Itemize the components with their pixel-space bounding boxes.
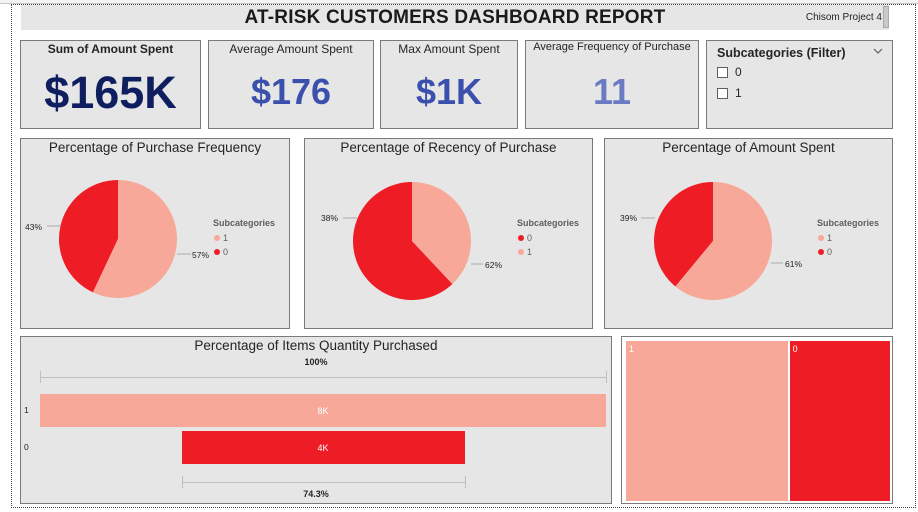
pie-legend: Subcategories 1 0 <box>213 218 275 257</box>
kpi-card-max-amount[interactable]: Max Amount Spent $1K <box>380 40 518 129</box>
legend-item[interactable]: 1 <box>818 233 879 243</box>
funnel-value-label: 4K <box>317 442 329 453</box>
funnel-top-percent: 100% <box>304 357 328 367</box>
legend-item[interactable]: 1 <box>214 233 275 243</box>
pie-panel-amount-spent[interactable]: Percentage of Amount Spent 39% 61% Subca… <box>604 138 893 329</box>
kpi-label: Sum of Amount Spent <box>47 42 174 56</box>
funnel-bar-0[interactable]: 4K <box>181 431 465 464</box>
kpi-card-average-frequency[interactable]: Average Frequency of Purchase 11 <box>525 40 699 129</box>
kpi-label: Max Amount Spent <box>398 42 500 56</box>
funnel-value-label: 8K <box>317 405 329 416</box>
kpi-label: Average Frequency of Purchase <box>533 41 691 53</box>
slicer-option-label: 0 <box>735 65 742 79</box>
scrollbar[interactable] <box>883 6 889 28</box>
funnel-bottom-percent: 74.3% <box>303 489 329 499</box>
axis-tick <box>181 476 183 488</box>
project-label: Chisom Project 4 <box>805 12 882 23</box>
funnel-category-label: 1 <box>24 405 29 415</box>
axis-tick <box>606 371 607 383</box>
legend-item[interactable]: 0 <box>518 233 579 243</box>
kpi-card-sum-amount[interactable]: Sum of Amount Spent $165K <box>20 40 201 129</box>
kpi-value: $165K <box>44 67 177 118</box>
pie-legend: Subcategories 0 1 <box>517 218 579 257</box>
slicer-option-0[interactable]: 0 <box>717 65 742 79</box>
legend-item[interactable]: 1 <box>518 247 579 257</box>
funnel-conversion-axis <box>181 482 465 483</box>
pie-panel-purchase-frequency[interactable]: Percentage of Purchase Frequency 43% 57%… <box>20 138 290 329</box>
checkbox[interactable] <box>717 87 728 99</box>
legend-title: Subcategories <box>213 218 276 228</box>
legend-item[interactable]: 0 <box>214 247 275 257</box>
pie-data-label: 39% <box>620 213 638 223</box>
legend-title: Subcategories <box>517 218 580 228</box>
funnel-category-label: 0 <box>24 442 29 452</box>
funnel-bar-1[interactable]: 8K <box>40 394 606 427</box>
treemap-panel[interactable]: 1 0 <box>621 336 893 504</box>
pie-data-label: 61% <box>785 259 803 269</box>
pie-data-label: 57% <box>192 250 210 260</box>
pie-data-label: 38% <box>321 213 339 223</box>
kpi-value: 11 <box>592 71 632 112</box>
pie-data-label: 43% <box>25 222 43 232</box>
funnel-axis <box>40 377 606 378</box>
funnel-panel[interactable]: Percentage of Items Quantity Purchased 1… <box>20 336 612 504</box>
legend-item[interactable]: 0 <box>818 247 879 257</box>
pie-data-label: 62% <box>485 260 503 270</box>
treemap-cell-0[interactable]: 0 <box>789 341 890 501</box>
legend-title: Subcategories <box>817 218 880 228</box>
slicer-option-1[interactable]: 1 <box>717 86 742 100</box>
pie-legend: Subcategories 1 0 <box>817 218 879 257</box>
report-title: AT-RISK CUSTOMERS DASHBOARD REPORT <box>244 7 666 28</box>
kpi-card-average-amount[interactable]: Average Amount Spent $176 <box>208 40 374 129</box>
axis-tick <box>40 371 41 383</box>
kpi-label: Average Amount Spent <box>229 42 353 56</box>
kpi-value: $1K <box>415 71 483 112</box>
checkbox[interactable] <box>717 66 728 78</box>
panel-title: Percentage of Items Quantity Purchased <box>194 338 438 353</box>
chevron-down-icon[interactable] <box>872 45 884 57</box>
slicer-option-label: 1 <box>735 86 742 100</box>
subcategories-slicer[interactable]: Subcategories (Filter) 0 1 <box>706 40 893 129</box>
title-bar: AT-RISK CUSTOMERS DASHBOARD REPORT Chiso… <box>21 5 889 30</box>
slicer-title: Subcategories (Filter) <box>717 46 846 60</box>
pie-panel-recency[interactable]: Percentage of Recency of Purchase 38% 62… <box>304 138 593 329</box>
axis-tick <box>464 476 466 488</box>
treemap-label: 1 <box>629 344 635 354</box>
treemap-cell-1[interactable]: 1 <box>626 341 788 501</box>
treemap-label: 0 <box>792 344 798 354</box>
kpi-value: $176 <box>250 71 332 112</box>
